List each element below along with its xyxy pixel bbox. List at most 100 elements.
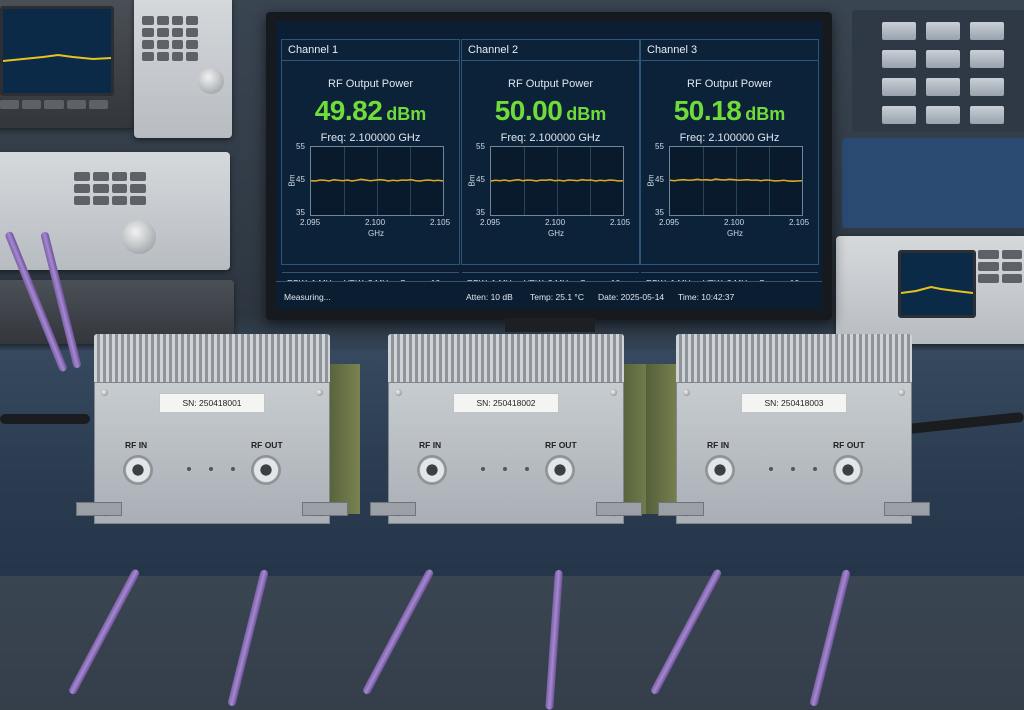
monitor: Channel 1 RF Output Power 49.82 dBm Freq:… <box>266 12 832 320</box>
divider <box>641 60 818 61</box>
rf-out-label: RF OUT <box>251 440 283 450</box>
channel-title: Channel 1 <box>288 44 339 56</box>
y-tick: 55 <box>296 142 305 151</box>
indicator-led <box>187 467 191 471</box>
spectrum-trace <box>491 178 623 182</box>
analyzer-screen <box>0 6 114 96</box>
serial-label: SN: 250418001 <box>159 393 265 413</box>
y-tick: 35 <box>476 208 485 217</box>
rf-in-label: RF IN <box>707 440 730 450</box>
mounting-foot <box>76 502 122 516</box>
amplifier-unit: SN: 250418002 RF IN RF OUT <box>361 334 654 710</box>
amplifier-unit: SN: 250418003 RF IN RF OUT <box>646 334 930 707</box>
rf-in-cable <box>649 568 723 696</box>
spectrum-trace-svg <box>491 178 623 182</box>
divider <box>641 272 818 273</box>
serial-label: SN: 250418003 <box>741 393 847 413</box>
screw <box>898 389 905 396</box>
amplifier-front-panel: SN: 250418002 RF IN RF OUT <box>388 382 624 524</box>
x-axis-label: GHz <box>368 229 384 238</box>
right-analyzer-buttons <box>978 250 1022 283</box>
indicator-led <box>231 467 235 471</box>
x-tick: 2.100 <box>365 218 386 227</box>
indicator-led <box>481 467 485 471</box>
power-value: 50.18 <box>673 95 742 126</box>
y-tick: 45 <box>476 175 485 184</box>
status-date: Date: 2025-05-14 <box>598 292 665 302</box>
rf-out-connector[interactable] <box>833 455 863 485</box>
x-tick: 2.095 <box>300 218 321 227</box>
y-tick: 35 <box>296 208 305 217</box>
status-atten: Atten: 10 dB <box>466 292 513 302</box>
status-state: Measuring... <box>284 292 331 302</box>
screw <box>101 389 108 396</box>
status-bar: Measuring... Atten: 10 dB Temp: 25.1 °C … <box>276 281 822 309</box>
component-rack <box>852 10 1024 132</box>
y-tick: 45 <box>296 175 305 184</box>
spectrum-plot <box>669 146 803 216</box>
x-tick: 2.105 <box>610 218 631 227</box>
frequency-label: Freq: 2.100000 GHz <box>679 132 780 144</box>
heatsink-fins <box>388 334 624 384</box>
screw <box>316 389 323 396</box>
rf-out-connector[interactable] <box>251 455 281 485</box>
heatsink-fins <box>676 334 912 384</box>
power-readout: 50.00 dBm <box>462 95 639 127</box>
rf-in-label: RF IN <box>125 440 148 450</box>
power-label: RF Output Power <box>328 78 413 90</box>
heatsink-fins <box>94 334 330 384</box>
rf-in-connector[interactable] <box>417 455 447 485</box>
divider <box>282 60 459 61</box>
generator-buttons <box>74 172 146 205</box>
analyzer-buttons <box>0 100 108 109</box>
power-unit: dBm <box>566 104 607 124</box>
screw <box>683 389 690 396</box>
y-tick: 35 <box>655 208 664 217</box>
spectrum-plot <box>310 146 444 216</box>
mounting-foot <box>884 502 930 516</box>
right-analyzer-screen <box>898 250 976 318</box>
spectrum-plot <box>490 146 624 216</box>
power-readout: 50.18 dBm <box>641 95 818 127</box>
channel-panel: Channel 2 RF Output Power 50.00 dBm Freq:… <box>461 39 640 288</box>
y-axis-label: Bm <box>287 174 297 187</box>
y-tick: 55 <box>476 142 485 151</box>
screw <box>395 389 402 396</box>
frequency-label: Freq: 2.100000 GHz <box>500 132 601 144</box>
x-axis-label: GHz <box>727 229 743 238</box>
indicator-led <box>813 467 817 471</box>
channel-title: Channel 3 <box>647 44 698 56</box>
power-readout: 49.82 dBm <box>282 95 459 127</box>
indicator-led <box>769 467 773 471</box>
y-tick: 45 <box>655 175 664 184</box>
power-value: 50.00 <box>494 95 563 126</box>
y-tick: 55 <box>655 142 664 151</box>
divider <box>462 60 639 61</box>
serial-label: SN: 250418002 <box>453 393 559 413</box>
rf-in-connector[interactable] <box>123 455 153 485</box>
indicator-led <box>525 467 529 471</box>
spectrum-trace-svg <box>670 178 802 183</box>
rf-in-connector[interactable] <box>705 455 735 485</box>
x-tick: 2.100 <box>545 218 566 227</box>
power-unit: dBm <box>386 104 427 124</box>
power-label: RF Output Power <box>508 78 593 90</box>
rf-out-cable <box>227 569 269 707</box>
y-axis-label: Bm <box>646 174 656 187</box>
y-axis-label: Bm <box>467 174 477 187</box>
x-axis-label: GHz <box>548 229 564 238</box>
amplifier-front-panel: SN: 250418001 RF IN RF OUT <box>94 382 330 524</box>
equipment-shelf <box>842 138 1024 228</box>
keypad <box>142 16 198 61</box>
power-value: 49.82 <box>314 95 383 126</box>
rf-out-connector[interactable] <box>545 455 575 485</box>
x-tick: 2.100 <box>724 218 745 227</box>
tuning-knob <box>198 68 224 94</box>
channel-panel: Channel 3 RF Output Power 50.18 dBm Freq:… <box>640 39 819 288</box>
signal-generator-middle <box>0 152 230 270</box>
right-analyzer-trace <box>901 285 973 294</box>
rf-out-cable <box>809 569 851 707</box>
mounting-foot <box>658 502 704 516</box>
screw <box>610 389 617 396</box>
measurement-screen: Channel 1 RF Output Power 49.82 dBm Freq:… <box>276 21 822 309</box>
